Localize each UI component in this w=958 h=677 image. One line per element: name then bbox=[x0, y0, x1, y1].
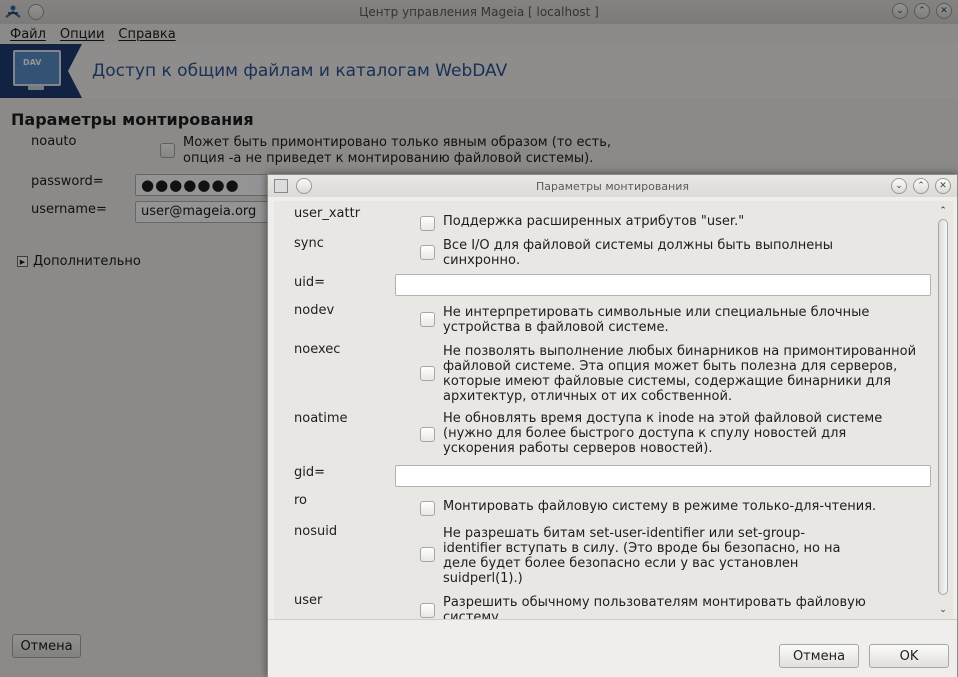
minimize-icon[interactable]: ⌄ bbox=[892, 3, 908, 19]
scroll-down-icon[interactable]: ⌄ bbox=[936, 604, 950, 616]
option-name: sync bbox=[294, 236, 324, 251]
ro-checkbox[interactable] bbox=[420, 501, 435, 516]
menu-bar: Файл Опции Справка bbox=[0, 24, 958, 44]
password-label: password= bbox=[31, 174, 104, 189]
noauto-checkbox[interactable] bbox=[160, 143, 175, 158]
option-name: nodev bbox=[294, 303, 335, 318]
window-titlebar: Центр управления Mageia [ localhost ] ⌄ … bbox=[0, 0, 958, 24]
dialog-close-icon[interactable]: ✕ bbox=[935, 178, 951, 194]
window-title: Центр управления Mageia [ localhost ] bbox=[359, 5, 599, 19]
icon-label: DAV bbox=[23, 58, 42, 67]
close-icon[interactable]: ✕ bbox=[936, 3, 952, 19]
dialog-maximize-icon[interactable]: ⌃ bbox=[913, 178, 929, 194]
noauto-label: noauto bbox=[31, 134, 77, 149]
username-label: username= bbox=[31, 202, 107, 217]
scroll-up-icon[interactable]: ⌃ bbox=[936, 205, 950, 217]
menu-help[interactable]: Справка bbox=[118, 27, 175, 42]
option-desc: Все I/O для файловой системы должны быть… bbox=[443, 238, 833, 268]
nosuid-checkbox[interactable] bbox=[420, 547, 435, 562]
option-desc: Монтировать файловую систему в режиме то… bbox=[443, 499, 877, 514]
dialog-minimize-icon[interactable]: ⌄ bbox=[891, 178, 907, 194]
dialog-cancel-button[interactable]: Отмена bbox=[779, 644, 859, 668]
dialog-ok-button[interactable]: OK bbox=[869, 644, 949, 668]
option-name: gid= bbox=[294, 465, 326, 480]
titlebar-right-controls: ⌄ ⌃ ✕ bbox=[892, 3, 952, 19]
section-title: Параметры монтирования bbox=[11, 110, 254, 129]
dialog-title: Параметры монтирования bbox=[535, 179, 690, 193]
option-name: user bbox=[294, 593, 323, 608]
user-checkbox[interactable] bbox=[420, 603, 435, 618]
dialog-titlebar-left bbox=[274, 178, 312, 194]
option-desc: Не позволять выполнение любых бинарников… bbox=[443, 344, 917, 404]
option-name: noatime bbox=[294, 411, 348, 426]
header-banner: DAV Доступ к общим файлам и каталогам We… bbox=[0, 44, 958, 99]
option-name: noexec bbox=[294, 342, 341, 357]
option-name: ro bbox=[294, 493, 308, 508]
option-name: nosuid bbox=[294, 524, 338, 539]
option-desc: Поддержка расширенных атрибутов "user." bbox=[443, 214, 745, 229]
dialog-titlebar: Параметры монтирования ⌄ ⌃ ✕ bbox=[268, 175, 957, 197]
menu-file[interactable]: Файл bbox=[10, 27, 46, 42]
mount-options-dialog: Параметры монтирования ⌄ ⌃ ✕ user_xattr … bbox=[267, 174, 958, 677]
dialog-menu-button[interactable] bbox=[296, 178, 312, 194]
noatime-checkbox[interactable] bbox=[420, 427, 435, 442]
noauto-desc-line1: Может быть примонтировано только явным о… bbox=[183, 135, 611, 150]
expand-arrow-icon: ▶ bbox=[17, 256, 28, 267]
main-cancel-button[interactable]: Отмена bbox=[12, 634, 81, 658]
user_xattr-checkbox[interactable] bbox=[420, 216, 435, 231]
option-desc: Не разрешать битам set-user-identifier и… bbox=[443, 526, 841, 586]
advanced-expander[interactable]: ▶ Дополнительно bbox=[17, 254, 141, 269]
webdav-monitor-icon: DAV bbox=[0, 44, 82, 98]
noexec-checkbox[interactable] bbox=[420, 366, 435, 381]
dialog-titlebar-right: ⌄ ⌃ ✕ bbox=[891, 178, 951, 194]
nodev-checkbox[interactable] bbox=[420, 312, 435, 327]
window-menu-button[interactable] bbox=[28, 4, 44, 20]
advanced-label: Дополнительно bbox=[33, 254, 141, 269]
gid-input[interactable] bbox=[395, 465, 931, 487]
mageia-app-icon[interactable] bbox=[4, 3, 22, 21]
vertical-scrollbar[interactable]: ⌃ ⌄ bbox=[936, 205, 950, 617]
option-desc: Разрешить обычному пользователям монтиро… bbox=[443, 595, 866, 619]
maximize-icon[interactable]: ⌃ bbox=[914, 3, 930, 19]
option-desc: Не интерпретировать символьные или специ… bbox=[443, 305, 870, 335]
uid-input[interactable] bbox=[395, 274, 931, 296]
options-scroll-area[interactable]: user_xattr Поддержка расширенных атрибут… bbox=[274, 201, 953, 619]
banner-title: Доступ к общим файлам и каталогам WebDAV bbox=[92, 61, 508, 81]
option-name: uid= bbox=[294, 275, 325, 290]
dialog-button-bar: Отмена OK bbox=[268, 619, 957, 677]
option-desc: Не обновлять время доступа к inode на эт… bbox=[443, 411, 883, 456]
scrollbar-thumb[interactable] bbox=[938, 219, 948, 595]
menu-options[interactable]: Опции bbox=[60, 27, 104, 42]
noauto-desc-line2: опция -a не приведет к монтированию файл… bbox=[183, 151, 594, 166]
titlebar-left-controls bbox=[4, 3, 44, 21]
sync-checkbox[interactable] bbox=[420, 245, 435, 260]
dialog-app-icon[interactable] bbox=[274, 179, 288, 193]
option-name: user_xattr bbox=[294, 206, 361, 221]
